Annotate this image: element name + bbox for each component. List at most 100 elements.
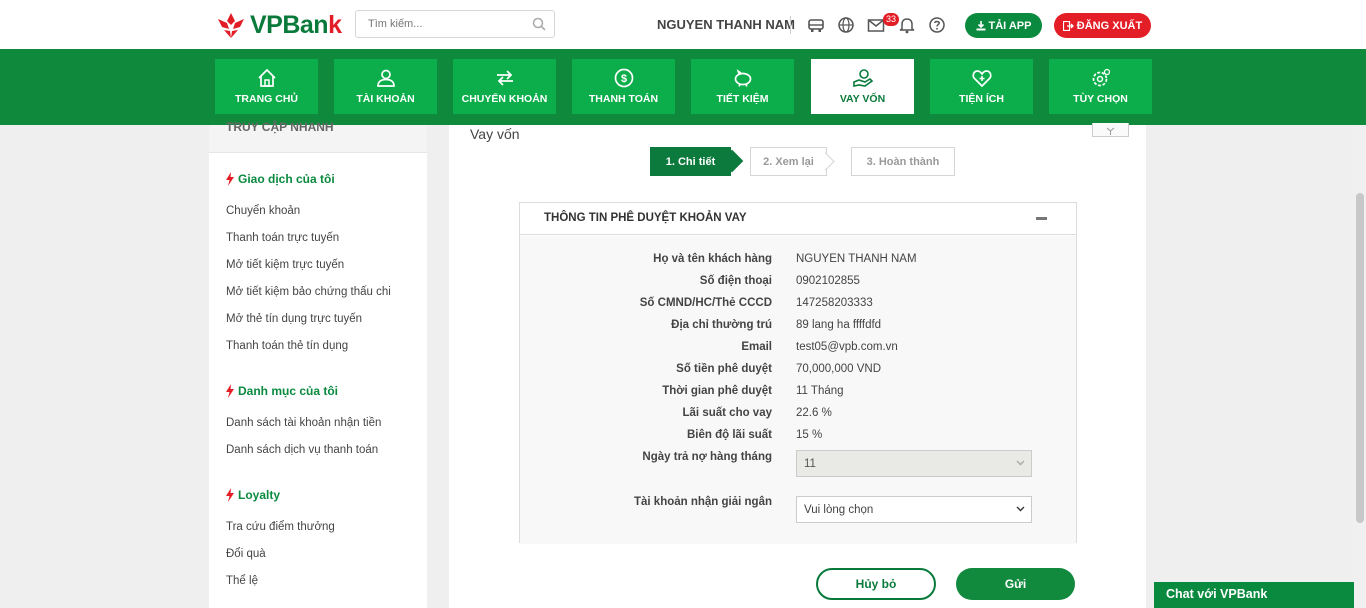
- field-label: Biên độ lãi suất: [687, 429, 772, 441]
- disburse-account-value: Vui lòng chọn: [804, 503, 874, 516]
- sidebar-link-pay-credit-card[interactable]: Thanh toán thẻ tín dụng: [226, 340, 348, 352]
- sidebar-link-open-credit-card[interactable]: Mở thẻ tín dụng trực tuyến: [226, 313, 362, 325]
- nav-payment-label: THANH TOÁN: [588, 93, 659, 105]
- step-review-label: 2. Xem lại: [763, 155, 814, 168]
- step-complete-label: 3. Hoàn thành: [866, 155, 940, 168]
- step-complete: 3. Hoàn thành: [851, 147, 955, 176]
- sidebar-link-secured-savings[interactable]: Mở tiết kiệm bảo chứng thấu chi: [226, 286, 391, 298]
- nav-loan[interactable]: VAY VỐN: [811, 59, 914, 114]
- section-title: Danh mục của tôi: [238, 384, 339, 398]
- nav-home[interactable]: TRANG CHỦ: [215, 59, 318, 114]
- heart-plus-icon: [971, 70, 992, 88]
- user-name[interactable]: NGUYEN THANH NAM: [657, 17, 795, 32]
- nav-utilities[interactable]: TIỆN ÍCH: [930, 59, 1033, 114]
- section-title: Giao dịch của tôi: [238, 172, 335, 186]
- customer-name-value: NGUYEN THANH NAM: [796, 253, 917, 265]
- search-icon[interactable]: [532, 17, 546, 31]
- bolt-icon: [226, 384, 234, 398]
- panel-header[interactable]: THÔNG TIN PHÊ DUYỆT KHOẢN VAY: [520, 203, 1076, 235]
- chat-with-vpbank-button[interactable]: Chat với VPBank: [1154, 582, 1354, 608]
- step-details: 1. Chi tiết: [650, 147, 731, 176]
- nav-home-label: TRANG CHỦ: [235, 93, 298, 105]
- section-my-lists: Danh mục của tôi: [226, 384, 338, 398]
- settings-icon: [1092, 68, 1110, 87]
- header-divider: [790, 16, 791, 34]
- page-title: Vay vốn: [470, 126, 520, 142]
- sidebar-link-online-payment[interactable]: Thanh toán trực tuyến: [226, 232, 339, 244]
- field-label: Số tiền phê duyệt: [676, 363, 772, 375]
- quick-access-sidebar: TRUY CẬP NHANH Giao dịch của tôi Chuyển …: [209, 120, 427, 608]
- logout-label: ĐĂNG XUẤT: [1076, 19, 1143, 32]
- chevron-down-icon: [1016, 460, 1025, 466]
- home-icon: [257, 68, 276, 87]
- field-label: Thời gian phê duyệt: [662, 385, 772, 397]
- loan-approval-panel: THÔNG TIN PHÊ DUYỆT KHOẢN VAY Họ và tên …: [519, 202, 1077, 544]
- download-app-button[interactable]: TẢI APP: [965, 13, 1042, 38]
- search-input[interactable]: [356, 11, 526, 37]
- help-icon[interactable]: [928, 16, 946, 34]
- minus-icon[interactable]: [1036, 217, 1047, 220]
- step-details-label: 1. Chi tiết: [665, 155, 716, 168]
- nav-transfer[interactable]: CHUYỂN KHOẢN: [453, 59, 556, 114]
- panel-title: THÔNG TIN PHÊ DUYỆT KHOẢN VAY: [544, 212, 747, 224]
- repay-day-select: 11: [796, 450, 1032, 477]
- field-label: Số CMND/HC/Thẻ CCCD: [639, 297, 772, 309]
- collapse-toggle[interactable]: [1092, 123, 1129, 137]
- globe-icon[interactable]: [837, 16, 855, 34]
- sidebar-link-open-savings[interactable]: Mở tiết kiệm trực tuyến: [226, 259, 344, 271]
- field-label: Họ và tên khách hàng: [653, 253, 772, 265]
- sidebar-link-payment-services[interactable]: Danh sách dịch vụ thanh toán: [226, 444, 378, 456]
- repay-day-value: 11: [804, 457, 816, 470]
- field-label: Số điện thoại: [699, 275, 772, 287]
- search-box[interactable]: [355, 10, 555, 38]
- vpbank-flower-icon: [218, 13, 244, 38]
- sidebar-title: TRUY CẬP NHANH: [226, 120, 334, 134]
- field-label: Địa chỉ thường trú: [671, 319, 772, 331]
- main-nav: TRANG CHỦ TÀI KHOẢN CHUYỂN KHOẢN $ THANH…: [0, 49, 1366, 125]
- field-label: Email: [741, 341, 772, 353]
- nav-loan-label: VAY VỐN: [839, 93, 886, 105]
- id-number-value: 147258203333: [796, 297, 873, 309]
- logout-icon: [1062, 20, 1074, 31]
- user-icon: [376, 69, 395, 87]
- logo-text: VPBank: [250, 10, 342, 39]
- piggy-bank-icon: [734, 69, 751, 87]
- approved-amount-value: 70,000,000 VND: [796, 363, 882, 375]
- loan-main-content: Vay vốn 1. Chi tiết 2. Xem lại 3. Hoàn t…: [449, 123, 1146, 608]
- bolt-icon: [226, 488, 234, 502]
- transfer-icon: [496, 70, 513, 86]
- bell-icon[interactable]: [898, 16, 916, 34]
- chevron-down-icon: [1016, 506, 1025, 512]
- disburse-account-select[interactable]: Vui lòng chọn: [796, 496, 1032, 523]
- nav-savings[interactable]: TIẾT KIỆM: [691, 59, 794, 114]
- rate-margin-value: 15 %: [796, 429, 823, 441]
- section-title: Loyalty: [238, 488, 281, 502]
- scrollbar-thumb[interactable]: [1356, 193, 1364, 523]
- vpbank-logo[interactable]: VPBank: [216, 10, 342, 40]
- dollar-icon: $: [614, 68, 633, 88]
- nav-payment[interactable]: $ THANH TOÁN: [572, 59, 675, 114]
- step-review: 2. Xem lại: [750, 147, 827, 176]
- section-my-transactions: Giao dịch của tôi: [226, 172, 335, 186]
- sidebar-link-check-points[interactable]: Tra cứu điểm thưởng: [226, 521, 335, 533]
- sidebar-link-transfer[interactable]: Chuyển khoản: [226, 205, 300, 217]
- field-label: Lãi suất cho vay: [682, 407, 772, 419]
- download-icon: [976, 20, 985, 30]
- loan-icon: [852, 69, 873, 87]
- cancel-button[interactable]: Hủy bỏ: [816, 568, 936, 600]
- page-scrollbar[interactable]: [1353, 125, 1366, 608]
- submit-button[interactable]: Gửi: [956, 568, 1075, 600]
- bank-branch-icon[interactable]: [807, 16, 825, 34]
- sidebar-link-rules[interactable]: Thể lệ: [226, 575, 258, 587]
- svg-text:$: $: [620, 73, 626, 85]
- sidebar-link-redeem-gift[interactable]: Đổi quà: [226, 548, 266, 560]
- approved-term-value: 11 Tháng: [796, 385, 844, 397]
- nav-account[interactable]: TÀI KHOẢN: [334, 59, 437, 114]
- nav-options[interactable]: TÙY CHỌN: [1049, 59, 1152, 114]
- download-app-label: TẢI APP: [988, 19, 1032, 32]
- logout-button[interactable]: ĐĂNG XUẤT: [1054, 13, 1151, 38]
- sidebar-link-beneficiaries[interactable]: Danh sách tài khoản nhận tiền: [226, 417, 381, 429]
- section-loyalty: Loyalty: [226, 488, 280, 502]
- disburse-account-label: Tài khoản nhận giải ngân: [633, 496, 772, 508]
- address-value: 89 lang ha ffffdfd: [796, 319, 882, 331]
